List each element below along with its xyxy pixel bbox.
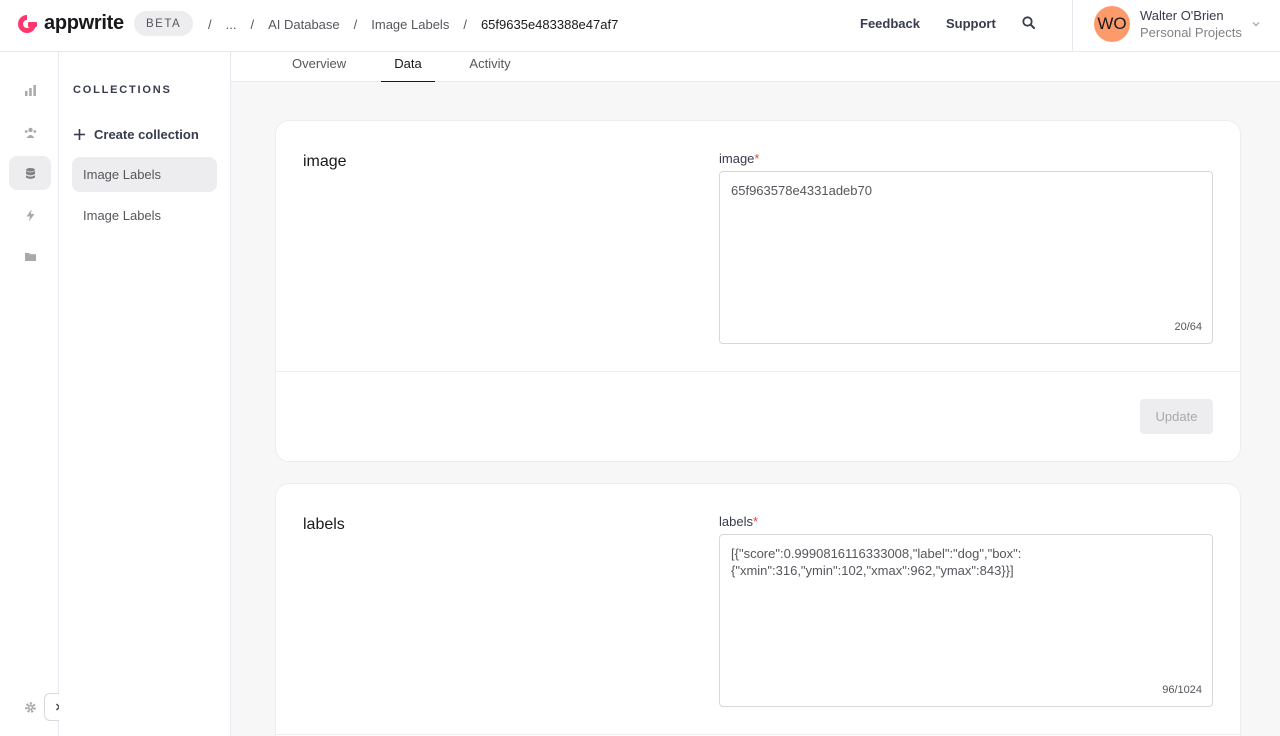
tab-activity[interactable]: Activity — [467, 56, 513, 82]
rail-overview[interactable] — [9, 73, 51, 107]
database-icon — [25, 167, 35, 179]
folder-icon — [24, 252, 36, 261]
tab-overview[interactable]: Overview — [292, 56, 346, 82]
create-collection-button[interactable]: Create collection — [73, 124, 199, 144]
beta-badge: BETA — [134, 11, 194, 36]
feedback-button[interactable]: Feedback — [860, 16, 920, 31]
create-collection-label: Create collection — [94, 126, 199, 142]
breadcrumb-ellipsis[interactable]: ... — [226, 17, 237, 32]
icon-rail — [0, 52, 59, 736]
rail-auth[interactable] — [9, 115, 51, 149]
search-icon[interactable] — [1020, 14, 1038, 32]
field-label: image* — [719, 151, 760, 166]
required-mark: * — [752, 514, 759, 529]
attribute-card-image: image image* 65f963578e4331adeb70 20/64 … — [275, 120, 1241, 462]
user-name[interactable]: Walter O'Brien — [1140, 8, 1224, 23]
gear-icon — [24, 701, 36, 713]
users-icon — [24, 127, 36, 138]
plus-icon — [74, 128, 85, 140]
attribute-name: labels — [303, 516, 345, 533]
breadcrumb: / ... / AI Database / Image Labels / 65f… — [208, 16, 619, 32]
top-header: appwrite BETA / ... / AI Database / Imag… — [0, 0, 1280, 52]
chevron-down-icon[interactable] — [1250, 18, 1262, 30]
rail-functions[interactable] — [9, 198, 51, 232]
attribute-card-labels: labels labels* [{"score":0.9990816116333… — [275, 483, 1241, 736]
breadcrumb-collection[interactable]: Image Labels — [371, 17, 449, 32]
user-organization[interactable]: Personal Projects — [1140, 25, 1242, 40]
field-label: labels* — [719, 514, 759, 529]
rail-databases[interactable] — [9, 156, 51, 190]
labels-input[interactable]: [{"score":0.9990816116333008,"label":"do… — [719, 534, 1213, 707]
lightning-icon — [26, 209, 34, 221]
app-name: appwrite — [44, 12, 124, 34]
tab-data[interactable]: Data — [381, 56, 435, 82]
breadcrumb-document: 65f9635e483388e47af7 — [480, 16, 619, 32]
rail-storage[interactable] — [9, 239, 51, 273]
update-button[interactable]: Update — [1140, 399, 1213, 434]
collections-heading: COLLECTIONS — [73, 84, 172, 96]
collections-sidebar: COLLECTIONS Create collection Image Labe… — [59, 52, 231, 736]
image-input[interactable]: 65f963578e4331adeb70 — [719, 171, 1213, 344]
support-button[interactable]: Support — [946, 16, 996, 31]
avatar[interactable]: WO — [1094, 6, 1130, 42]
document-tabs: Overview Data Activity — [231, 52, 1280, 82]
bar-chart-icon — [24, 84, 36, 96]
attribute-name: image — [303, 153, 347, 170]
required-mark: * — [754, 151, 760, 166]
appwrite-logo[interactable]: appwrite — [16, 12, 124, 35]
sidebar-item-image-labels-2[interactable]: Image Labels — [72, 198, 217, 233]
character-counter: 96/1024 — [1162, 684, 1202, 696]
character-counter: 20/64 — [1174, 321, 1202, 333]
appwrite-logo-icon — [18, 14, 37, 33]
breadcrumb-database[interactable]: AI Database — [268, 17, 340, 32]
sidebar-item-image-labels[interactable]: Image Labels — [72, 157, 217, 192]
